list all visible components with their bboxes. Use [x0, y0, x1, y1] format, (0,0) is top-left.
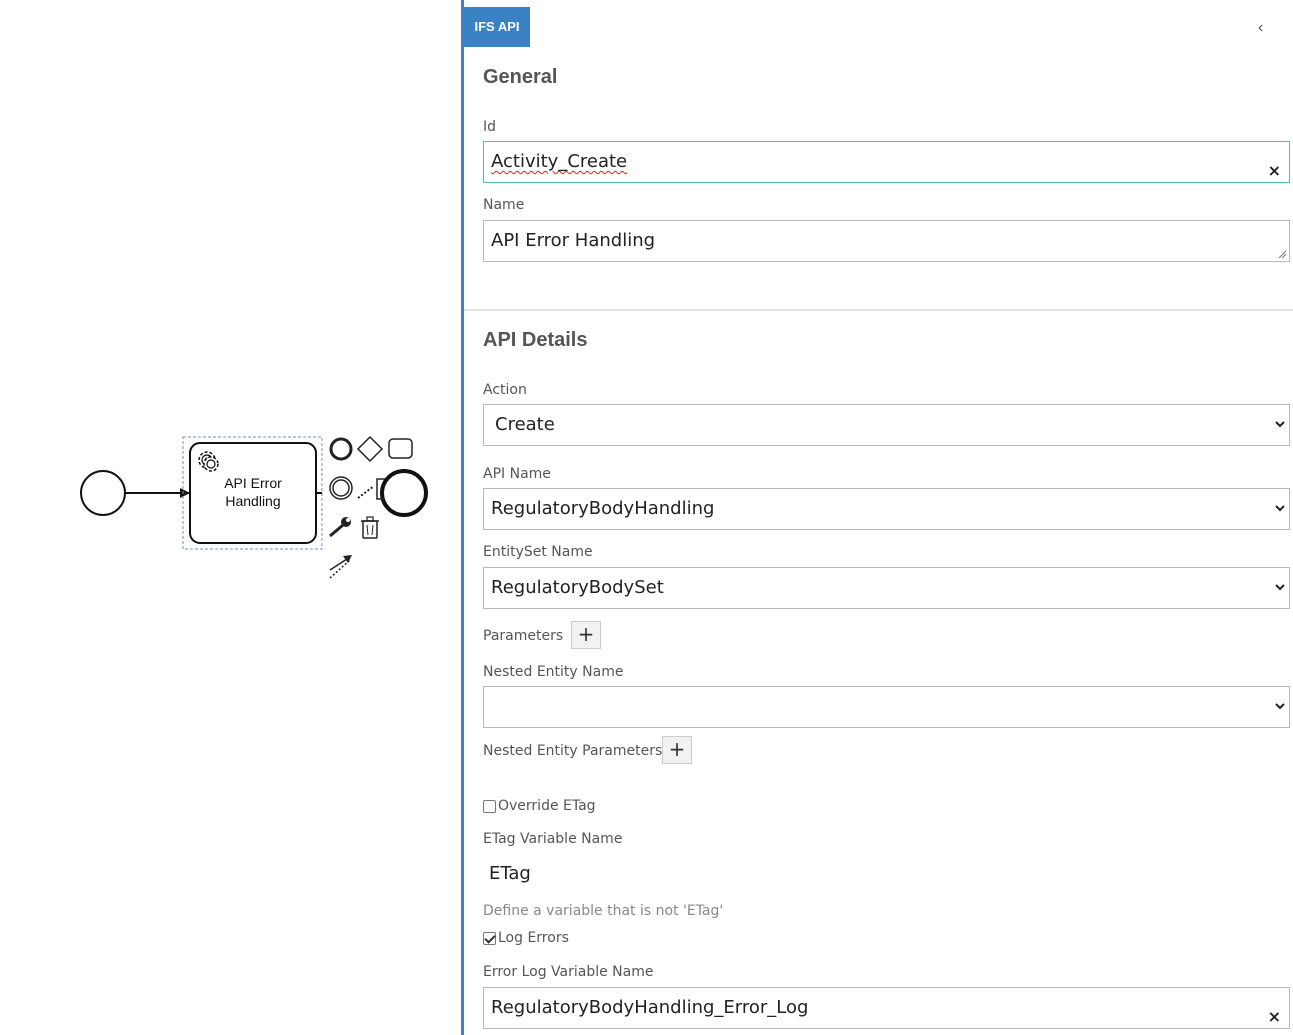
log-errors-row: Log Errors	[483, 930, 569, 946]
id-label: Id	[483, 119, 497, 135]
task-label: API Error Handling	[191, 474, 315, 510]
override-etag-label: Override ETag	[498, 798, 596, 814]
nested-entity-select[interactable]	[483, 686, 1290, 728]
task-label-line2: Handling	[225, 493, 281, 509]
api-name-select[interactable]: RegulatoryBodyHandling	[483, 488, 1290, 530]
connect-icon[interactable]	[329, 555, 352, 579]
entityset-select[interactable]: RegulatoryBodySet	[483, 567, 1290, 609]
add-nested-parameter-button[interactable]: +	[662, 736, 692, 764]
entityset-label: EntitySet Name	[483, 544, 593, 560]
error-log-value: RegulatoryBodyHandling_Error_Log	[491, 997, 809, 1018]
bpmn-diagram	[80, 435, 428, 579]
resize-handle-icon[interactable]	[1278, 250, 1287, 259]
chevron-down-icon	[1275, 421, 1285, 428]
action-value: Create	[495, 414, 555, 435]
start-event[interactable]	[80, 470, 126, 516]
entityset-value: RegulatoryBodySet	[491, 577, 664, 598]
tab-ifs-api[interactable]: IFS API	[464, 7, 530, 47]
parameters-label: Parameters	[483, 628, 564, 644]
task-label-line1: API Error	[224, 475, 282, 491]
properties-panel: IFS API ‹ General Id Activity_Create × N…	[461, 0, 1293, 1035]
error-log-label: Error Log Variable Name	[483, 964, 654, 980]
etag-var-label: ETag Variable Name	[483, 831, 623, 847]
trash-icon[interactable]	[361, 516, 379, 539]
append-gateway-icon[interactable]	[356, 435, 384, 463]
nested-params-label: Nested Entity Parameters	[483, 743, 663, 759]
bpmn-canvas[interactable]: API Error Handling	[0, 0, 461, 1035]
clear-id-icon[interactable]: ×	[1268, 151, 1281, 182]
action-label: Action	[483, 382, 527, 398]
end-event[interactable]	[380, 469, 428, 517]
etag-var-field[interactable]: ETag	[483, 854, 1290, 896]
wrench-icon[interactable]	[329, 517, 351, 538]
section-title-general: General	[483, 66, 558, 88]
clear-error-log-icon[interactable]: ×	[1268, 997, 1281, 1028]
chevron-down-icon	[1275, 584, 1285, 591]
append-intermediate-event-icon[interactable]	[329, 476, 353, 500]
override-etag-checkbox[interactable]	[483, 799, 496, 813]
chevron-down-icon	[1275, 505, 1285, 512]
name-label: Name	[483, 197, 525, 213]
log-errors-label: Log Errors	[498, 930, 569, 946]
append-task-icon[interactable]	[388, 438, 413, 459]
section-title-api-details: API Details	[483, 329, 588, 351]
name-value: API Error Handling	[491, 230, 656, 251]
error-log-field[interactable]: RegulatoryBodyHandling_Error_Log ×	[483, 987, 1290, 1029]
override-etag-row: Override ETag	[483, 798, 596, 814]
prev-tab-arrow[interactable]: ‹	[1258, 18, 1263, 38]
add-parameter-button[interactable]: +	[571, 621, 601, 649]
api-name-value: RegulatoryBodyHandling	[491, 498, 715, 519]
name-field[interactable]: API Error Handling	[483, 220, 1290, 262]
id-field[interactable]: Activity_Create ×	[483, 141, 1290, 183]
api-name-label: API Name	[483, 466, 551, 482]
etag-hint: Define a variable that is not 'ETag'	[483, 903, 724, 919]
nested-entity-label: Nested Entity Name	[483, 664, 624, 680]
etag-var-value: ETag	[489, 863, 531, 884]
action-select[interactable]: Create	[483, 404, 1290, 446]
id-value: Activity_Create	[491, 151, 628, 172]
section-divider	[464, 309, 1293, 311]
append-end-event-icon[interactable]	[329, 437, 353, 461]
log-errors-checkbox[interactable]	[483, 931, 496, 945]
chevron-down-icon	[1275, 703, 1285, 710]
